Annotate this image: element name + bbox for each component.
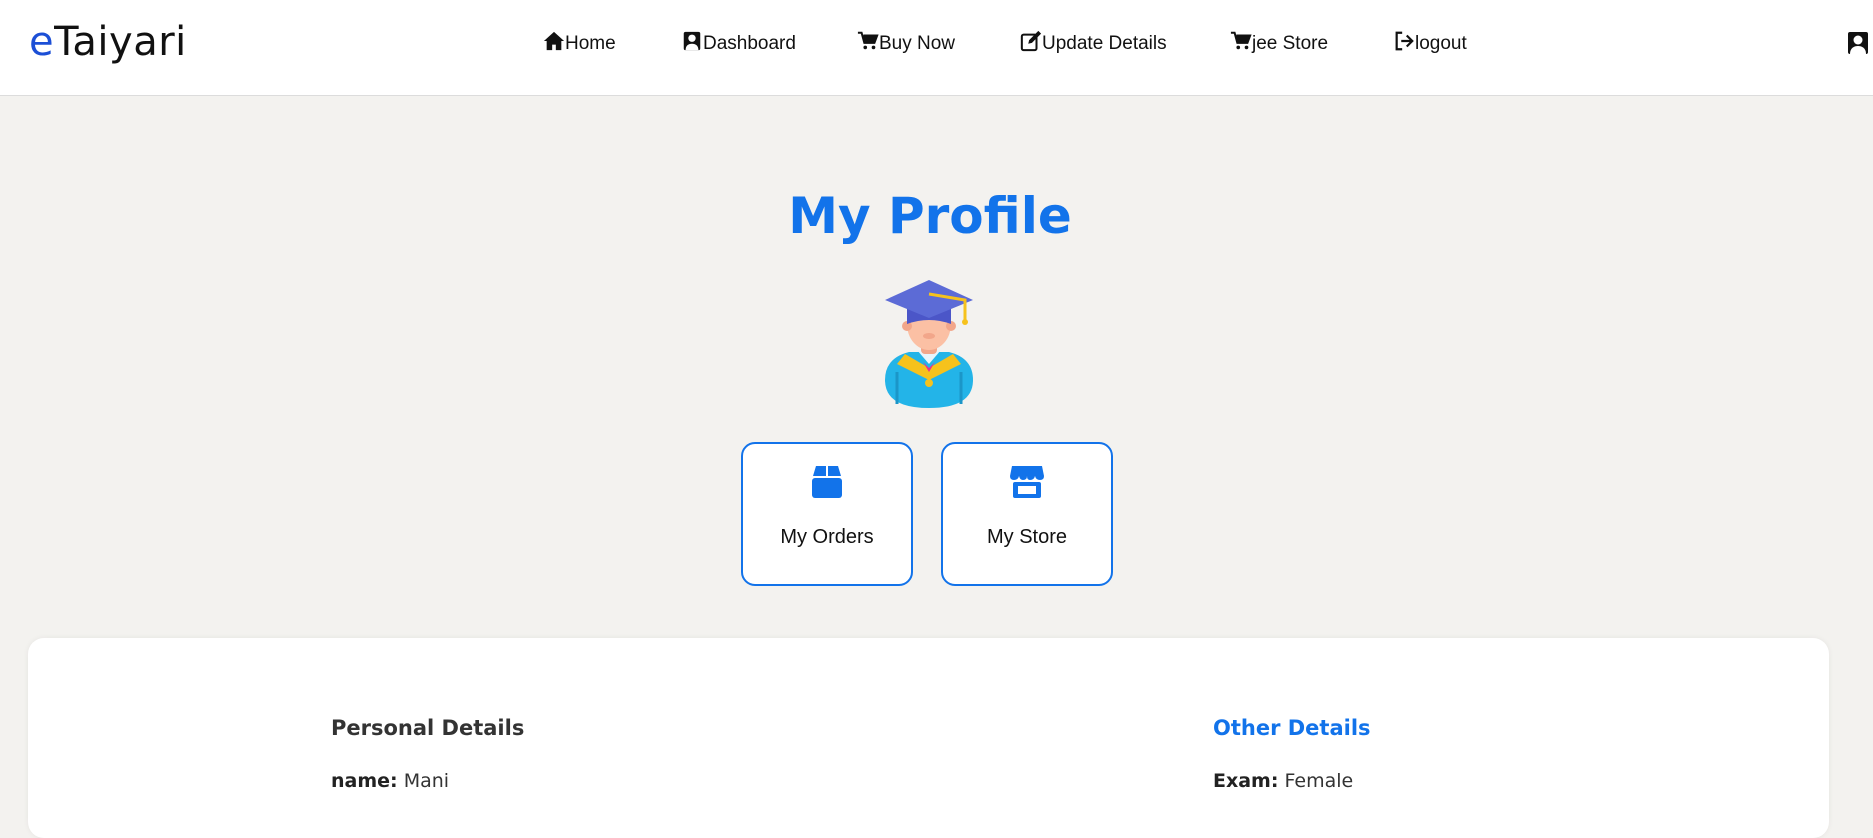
nav-item-update-details[interactable]: Update Details [1020, 30, 1167, 58]
edit-icon [1020, 30, 1042, 58]
other-detail-row: Exam: Female [1213, 767, 1353, 795]
store-icon [1010, 464, 1044, 500]
details-panel [28, 638, 1829, 838]
nav-item-buy-now[interactable]: Buy Now [857, 31, 955, 57]
box-icon [810, 464, 844, 500]
my-store-label: My Store [986, 526, 1068, 548]
detail-key: name: [331, 770, 398, 792]
personal-detail-row: name: Mani [331, 767, 449, 795]
detail-value: Mani [403, 770, 450, 792]
cart-icon [857, 30, 879, 58]
nav-item-jee-store[interactable]: jee Store [1230, 31, 1328, 57]
my-orders-label: My Orders [780, 526, 874, 548]
nav-item-home[interactable]: Home [543, 31, 616, 57]
my-orders-card[interactable]: My Orders [741, 442, 913, 586]
other-details-heading: Other Details [1213, 716, 1371, 740]
nav-item-dashboard[interactable]: Dashboard [681, 31, 796, 57]
home-icon [543, 30, 565, 58]
nav-item-logout[interactable]: logout [1393, 31, 1467, 57]
nav-menu: Home Dashboard Buy Now Update Details je… [0, 0, 1873, 87]
graduate-avatar-icon [883, 280, 975, 408]
top-navbar: eTaiyari Home Dashboard Buy Now Update D… [0, 0, 1873, 96]
logout-icon [1393, 30, 1415, 58]
my-store-card[interactable]: My Store [941, 442, 1113, 586]
user-avatar-icon[interactable] [1846, 30, 1870, 56]
student-icon [681, 30, 703, 58]
personal-details-heading: Personal Details [331, 716, 525, 740]
page-title: My Profile [788, 187, 1072, 245]
cart-icon [1230, 30, 1252, 58]
detail-value: Female [1284, 770, 1354, 792]
detail-key: Exam: [1213, 770, 1279, 792]
